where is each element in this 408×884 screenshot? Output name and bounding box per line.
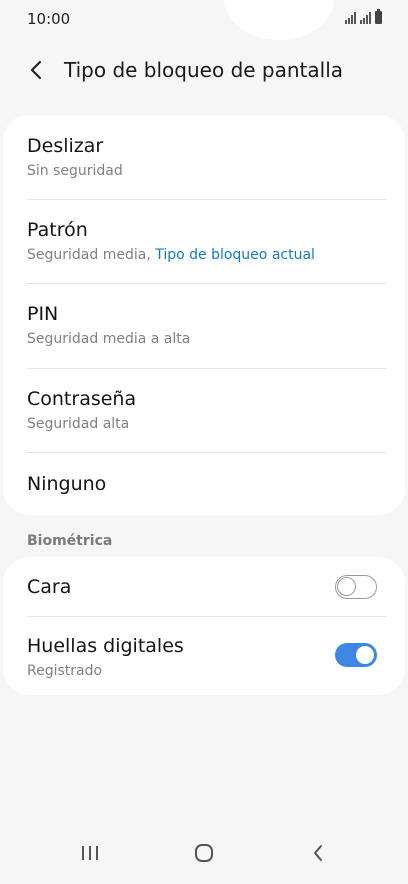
fingerprint-toggle[interactable] [335, 643, 377, 667]
home-icon [195, 844, 213, 862]
lock-option-pin[interactable]: PIN Seguridad media a alta [3, 283, 405, 368]
page-title: Tipo de bloqueo de pantalla [64, 58, 344, 82]
current-lock-type-label: Tipo de bloqueo actual [155, 247, 315, 263]
lock-option-contrasena[interactable]: Contraseña Seguridad alta [3, 368, 405, 452]
lock-option-title: Deslizar [27, 135, 104, 157]
lock-option-subtitle-text: Seguridad media, [27, 247, 156, 263]
lock-option-subtitle: Seguridad media, Tipo de bloqueo actual [27, 247, 315, 263]
toggle-knob [354, 644, 376, 666]
lock-option-title: Contraseña [27, 388, 137, 410]
toggle-knob [337, 577, 356, 596]
back-icon [314, 845, 322, 861]
lock-option-subtitle: Seguridad alta [27, 416, 130, 432]
recent-apps-icon [82, 846, 98, 860]
header: Tipo de bloqueo de pantalla [0, 50, 408, 90]
lock-option-title: PIN [27, 303, 59, 325]
lock-option-title: Ninguno [27, 473, 107, 495]
screen: 10:00 Tipo de bloqueo de pantalla Desliz… [0, 0, 408, 884]
biometric-title: Huellas digitales [27, 635, 184, 657]
nav-back-button[interactable] [298, 838, 338, 868]
biometric-face[interactable]: Cara [3, 557, 405, 616]
status-time: 10:00 [27, 10, 71, 28]
lock-option-title: Patrón [27, 219, 88, 241]
battery-icon [375, 9, 382, 24]
recent-apps-button[interactable] [70, 838, 110, 868]
home-button[interactable] [184, 838, 224, 868]
face-toggle[interactable] [335, 575, 377, 599]
status-icons [345, 9, 382, 24]
signal-icon [345, 12, 356, 24]
status-bar: 10:00 [0, 0, 408, 40]
lock-option-ninguno[interactable]: Ninguno [3, 452, 405, 515]
biometrics-section-label: Biométrica [27, 533, 113, 549]
back-button[interactable] [24, 58, 48, 82]
lock-option-subtitle: Sin seguridad [27, 163, 123, 179]
lock-option-patron[interactable]: Patrón Seguridad media, Tipo de bloqueo … [3, 199, 405, 283]
biometric-title: Cara [27, 576, 72, 598]
lock-options-card: Deslizar Sin seguridad Patrón Seguridad … [3, 115, 405, 515]
lock-option-subtitle: Seguridad media a alta [27, 331, 191, 347]
lock-option-deslizar[interactable]: Deslizar Sin seguridad [3, 115, 405, 199]
signal-icon [360, 12, 371, 24]
biometric-subtitle: Registrado [27, 663, 103, 679]
biometric-fingerprint[interactable]: Huellas digitales Registrado [3, 616, 405, 695]
chevron-left-icon [30, 60, 42, 80]
camera-notch [224, 0, 334, 40]
biometrics-card: Cara Huellas digitales Registrado [3, 557, 405, 695]
navigation-bar [0, 824, 408, 884]
